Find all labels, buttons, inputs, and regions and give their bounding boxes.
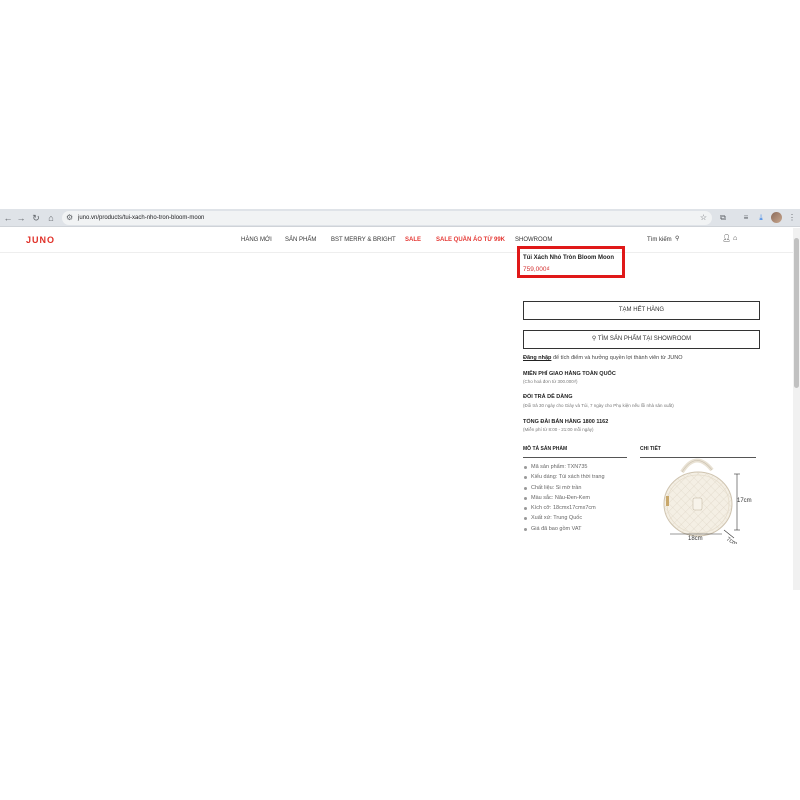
profile-avatar[interactable]: [771, 212, 782, 223]
product-dimension-image: 17cm 18cm 7cm: [663, 458, 752, 544]
spec-item: Kiểu dáng: Túi xách thời trang: [523, 472, 605, 482]
reload-icon[interactable]: ↻: [30, 211, 42, 225]
user-icon[interactable]: 👤︎: [722, 234, 731, 243]
site-header: JUNO HÀNG MỚI SẢN PHẨM BST MERRY & BRIGH…: [0, 228, 793, 253]
scrollbar[interactable]: [793, 228, 800, 590]
menu-item-sale[interactable]: SALE: [405, 236, 421, 244]
menu-item-showroom[interactable]: SHOWROOM: [515, 236, 552, 244]
menu-item-collection[interactable]: BST MERRY & BRIGHT: [331, 236, 396, 244]
find-showroom-label: TÌM SẢN PHẨM TẠI SHOWROOM: [597, 336, 692, 342]
find-showroom-button[interactable]: ⚲ TÌM SẢN PHẨM TẠI SHOWROOM: [523, 330, 760, 349]
home-icon[interactable]: ⌂: [45, 211, 57, 225]
page: ← → ↻ ⌂ ⚙ juno.vn/products/tui-xach-nho-…: [0, 0, 800, 800]
menu-dots-icon[interactable]: ⋮: [786, 211, 798, 225]
out-of-stock-label: TẠM HẾT HÀNG: [618, 307, 665, 313]
address-bar[interactable]: ⚙ juno.vn/products/tui-xach-nho-tron-blo…: [62, 211, 712, 225]
depth-label: 7cm: [725, 537, 738, 544]
shipping-title: MIỄN PHÍ GIAO HÀNG TOÀN QUỐC: [523, 371, 616, 377]
back-icon[interactable]: ←: [2, 211, 14, 225]
download-icon[interactable]: ⤓: [755, 211, 767, 225]
menu-item-products[interactable]: SẢN PHẨM: [285, 236, 316, 244]
juno-logo[interactable]: JUNO: [26, 235, 55, 245]
bookmark-star-icon[interactable]: ☆: [700, 211, 707, 225]
spec-list: Mã sản phẩm: TXN735 Kiểu dáng: Túi xách …: [523, 462, 605, 534]
tab-divider: [523, 457, 627, 458]
bag-charm: [692, 497, 703, 511]
url-text[interactable]: juno.vn/products/tui-xach-nho-tron-bloom…: [78, 211, 204, 225]
product-price: 759,000₫: [523, 266, 550, 273]
bag-clasp: [666, 496, 669, 506]
scrollbar-thumb[interactable]: [794, 238, 799, 388]
tab-description[interactable]: MÔ TẢ SẢN PHẨM: [523, 446, 567, 453]
return-title: ĐỔI TRẢ DỄ DÀNG: [523, 394, 573, 400]
login-text: để tích điểm và hưởng quyền lợi thành vi…: [551, 355, 683, 361]
spec-item: Mã sản phẩm: TXN735: [523, 462, 605, 472]
out-of-stock-button[interactable]: TẠM HẾT HÀNG: [523, 301, 760, 320]
cart-icon[interactable]: ⌂: [733, 234, 737, 243]
spec-item: Màu sắc: Nâu-Đen-Kem: [523, 493, 605, 503]
site-info-icon[interactable]: ⚙: [66, 212, 73, 224]
spec-item: Chất liệu: Si mờ trần: [523, 483, 605, 493]
height-label: 17cm: [737, 498, 752, 504]
login-link[interactable]: Đăng nhập: [523, 355, 551, 361]
shipping-sub: (Cho hoá đơn từ 300.000₫): [523, 379, 578, 384]
product-title: Túi Xách Nhỏ Tròn Bloom Moon: [523, 255, 614, 261]
hotline-sub: (Miễn phí từ 8:00 - 21:00 mỗi ngày): [523, 427, 594, 432]
tab-detail[interactable]: CHI TIẾT: [640, 446, 661, 453]
return-sub: (Đổi trả 30 ngày cho Giày và Túi, 7 ngày…: [523, 403, 674, 408]
search-icon[interactable]: ⚲: [675, 235, 679, 243]
width-label: 18cm: [688, 536, 703, 542]
search-label[interactable]: Tìm kiếm: [647, 236, 672, 244]
forward-icon[interactable]: →: [15, 211, 27, 225]
login-prompt: Đăng nhập để tích điểm và hưởng quyền lợ…: [523, 354, 682, 362]
menu-item-sale-clothes[interactable]: SALE QUẦN ÁO TỪ 99K: [436, 236, 505, 244]
cast-icon[interactable]: ≡: [740, 211, 752, 225]
spec-item: Kích cỡ: 18cmx17cmx7cm: [523, 503, 605, 513]
spec-item: Giá đã bao gồm VAT: [523, 524, 605, 534]
extensions-icon[interactable]: ⧉: [717, 211, 729, 225]
hotline-title: TỔNG ĐÀI BÁN HÀNG 1800 1162: [523, 419, 609, 425]
menu-item-new[interactable]: HÀNG MỚI: [241, 236, 272, 244]
spec-item: Xuất xứ: Trung Quốc: [523, 513, 605, 523]
browser-toolbar: ← → ↻ ⌂ ⚙ juno.vn/products/tui-xach-nho-…: [0, 209, 800, 227]
